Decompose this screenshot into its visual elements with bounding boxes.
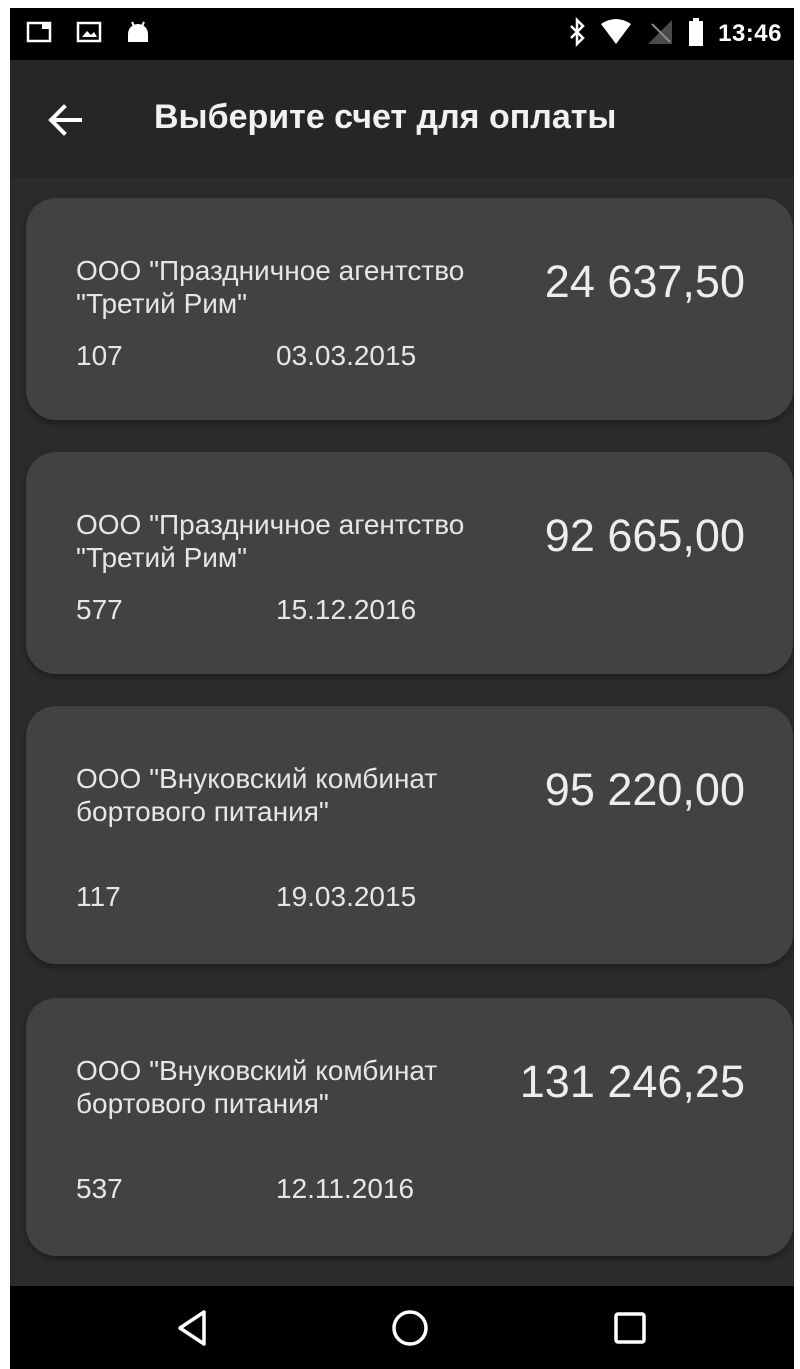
company-name: ООО "Праздничное агентство "Третий Рим"	[76, 509, 465, 573]
invoice-list[interactable]: ООО "Праздничное агентство "Третий Рим" …	[10, 178, 794, 1288]
wifi-icon	[600, 18, 632, 51]
battery-icon	[688, 17, 704, 52]
navigation-bar	[10, 1286, 794, 1369]
invoice-date: 03.03.2015	[276, 340, 417, 371]
image-icon	[76, 20, 102, 49]
back-triangle-icon	[172, 1310, 216, 1354]
back-button[interactable]	[42, 96, 90, 144]
company-name: ООО "Внуковский комбинат бортового питан…	[76, 1055, 438, 1119]
status-bar: 13:46	[10, 8, 794, 60]
invoice-number: 107	[76, 340, 123, 371]
invoice-amount: 92 665,00	[544, 510, 745, 561]
no-sim-icon	[646, 18, 674, 51]
company-name: ООО "Праздничное агентство "Третий Рим"	[76, 255, 465, 319]
android-icon	[124, 18, 152, 51]
nav-recents-button[interactable]	[608, 1306, 652, 1350]
app-toolbar: Выберите счет для оплаты	[10, 60, 794, 178]
arrow-left-icon	[42, 104, 90, 148]
invoice-amount: 24 637,50	[544, 256, 745, 307]
nav-back-button[interactable]	[172, 1306, 216, 1350]
invoice-card[interactable]: ООО "Внуковский комбинат бортового питан…	[26, 706, 793, 964]
recents-square-icon	[608, 1312, 652, 1354]
nav-home-button[interactable]	[388, 1306, 432, 1350]
invoice-card[interactable]: ООО "Праздничное агентство "Третий Рим" …	[26, 452, 793, 674]
bluetooth-icon	[568, 16, 586, 52]
invoice-card[interactable]: ООО "Внуковский комбинат бортового питан…	[26, 998, 793, 1256]
page-title: Выберите счет для оплаты	[154, 98, 617, 136]
app-screen: 13:46 Выберите счет для оплаты ООО "Праз…	[10, 8, 794, 1369]
screencast-icon	[26, 20, 54, 49]
status-system: 13:46	[568, 16, 782, 52]
invoice-card[interactable]: ООО "Праздничное агентство "Третий Рим" …	[26, 198, 793, 420]
invoice-amount: 95 220,00	[544, 764, 745, 815]
invoice-number: 537	[76, 1173, 123, 1204]
invoice-date: 12.11.2016	[276, 1173, 415, 1204]
company-name: ООО "Внуковский комбинат бортового питан…	[76, 763, 438, 827]
home-circle-icon	[388, 1310, 432, 1354]
invoice-number: 117	[76, 881, 121, 912]
invoice-amount: 131 246,25	[519, 1056, 745, 1107]
invoice-number: 577	[76, 594, 123, 625]
status-notifications	[26, 20, 152, 48]
clock-time: 13:46	[718, 20, 782, 47]
invoice-date: 19.03.2015	[276, 881, 417, 912]
invoice-date: 15.12.2016	[276, 594, 417, 625]
